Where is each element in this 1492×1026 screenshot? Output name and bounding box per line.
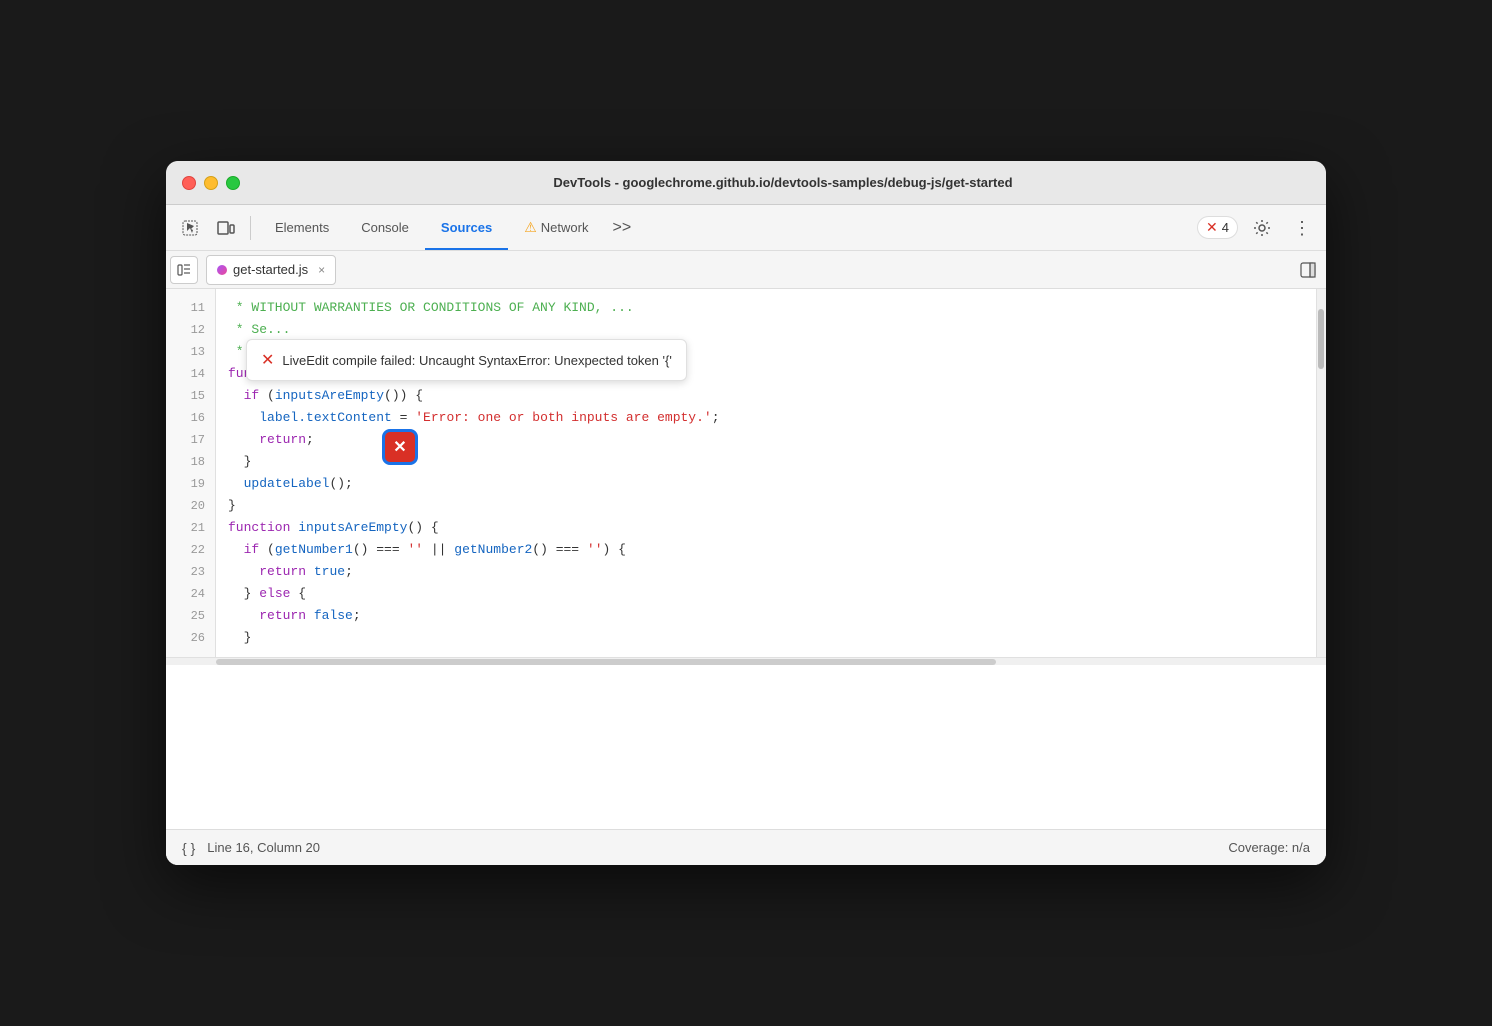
device-toolbar-icon[interactable] — [210, 212, 242, 244]
more-options-button[interactable]: ⋮ — [1286, 212, 1318, 244]
code-line-19: updateLabel(); — [228, 473, 1316, 495]
tab-list: Elements Console Sources ⚠ Network >> — [259, 205, 1193, 250]
tab-sources[interactable]: Sources — [425, 205, 508, 250]
line-num-22: 22 — [166, 539, 215, 561]
code-area: ✕ LiveEdit compile failed: Uncaught Synt… — [166, 289, 1326, 829]
horizontal-scrollbar[interactable] — [166, 657, 1326, 665]
devtools-window: DevTools - googlechrome.github.io/devtoo… — [166, 161, 1326, 865]
line-num-21: 21 — [166, 517, 215, 539]
devtools-body: Elements Console Sources ⚠ Network >> — [166, 205, 1326, 865]
file-tab-icon — [217, 265, 227, 275]
tab-network[interactable]: ⚠ Network — [508, 205, 604, 250]
coverage-label: Coverage: n/a — [1228, 840, 1310, 855]
code-line-16: label.textContent = 'Error: one or both … — [228, 407, 1316, 429]
error-circle-icon: ✕ — [1206, 219, 1218, 236]
toolbar-divider — [250, 216, 251, 240]
close-button[interactable] — [182, 176, 196, 190]
code-line-26: } — [228, 627, 1316, 649]
code-line-15: if (inputsAreEmpty()) { — [228, 385, 1316, 407]
expand-sidebar-button[interactable] — [170, 256, 198, 284]
more-tabs-button[interactable]: >> — [604, 219, 639, 237]
maximize-button[interactable] — [226, 176, 240, 190]
tab-console[interactable]: Console — [345, 205, 425, 250]
titlebar: DevTools - googlechrome.github.io/devtoo… — [166, 161, 1326, 205]
code-line-20: } — [228, 495, 1316, 517]
line-num-23: 23 — [166, 561, 215, 583]
file-tab-close-button[interactable]: × — [318, 263, 325, 277]
traffic-lights — [182, 176, 240, 190]
line-error-badge[interactable]: ✕ — [382, 429, 418, 465]
cursor-position: Line 16, Column 20 — [207, 840, 320, 855]
window-title: DevTools - googlechrome.github.io/devtoo… — [256, 175, 1310, 190]
code-line-25: return false; — [228, 605, 1316, 627]
file-tabs-bar: get-started.js × — [166, 251, 1326, 289]
line-num-14: 14 — [166, 363, 215, 385]
line-num-18: 18 — [166, 451, 215, 473]
line-num-16: 16 — [166, 407, 215, 429]
line-num-15: 15 — [166, 385, 215, 407]
tab-elements[interactable]: Elements — [259, 205, 345, 250]
line-num-12: 12 — [166, 319, 215, 341]
vertical-scrollbar[interactable] — [1316, 289, 1326, 657]
line-num-13: 13 — [166, 341, 215, 363]
collapse-sidebar-button[interactable] — [1294, 256, 1322, 284]
line-num-25: 25 — [166, 605, 215, 627]
statusbar: { } Line 16, Column 20 Coverage: n/a — [166, 829, 1326, 865]
warning-icon: ⚠ — [524, 219, 537, 236]
code-line-22: if (getNumber1() === '' || getNumber2() … — [228, 539, 1316, 561]
scrollbar-thumb[interactable] — [1318, 309, 1324, 369]
inspect-element-icon[interactable] — [174, 212, 206, 244]
error-badge[interactable]: ✕ 4 — [1197, 216, 1238, 239]
settings-button[interactable] — [1246, 212, 1278, 244]
line-num-26: 26 — [166, 627, 215, 649]
error-tooltip: ✕ LiveEdit compile failed: Uncaught Synt… — [246, 339, 687, 381]
file-tab-get-started[interactable]: get-started.js × — [206, 255, 336, 285]
error-tooltip-icon: ✕ — [261, 350, 274, 370]
toolbar-right: ✕ 4 ⋮ — [1197, 212, 1318, 244]
h-scrollbar-thumb[interactable] — [216, 659, 996, 665]
code-line-23: return true; — [228, 561, 1316, 583]
curly-braces-icon[interactable]: { } — [182, 840, 195, 856]
code-line-21: function inputsAreEmpty() { — [228, 517, 1316, 539]
line-num-17: 17 — [166, 429, 215, 451]
code-line-24: } else { — [228, 583, 1316, 605]
minimize-button[interactable] — [204, 176, 218, 190]
line-num-20: 20 — [166, 495, 215, 517]
top-toolbar: Elements Console Sources ⚠ Network >> — [166, 205, 1326, 251]
statusbar-right: Coverage: n/a — [1228, 840, 1310, 855]
line-num-11: 11 — [166, 297, 215, 319]
code-line-11: * WITHOUT WARRANTIES OR CONDITIONS OF AN… — [228, 297, 1316, 319]
statusbar-left: { } Line 16, Column 20 — [182, 840, 320, 856]
line-num-24: 24 — [166, 583, 215, 605]
error-x-icon: ✕ — [393, 437, 406, 457]
line-num-19: 19 — [166, 473, 215, 495]
code-line-12: * Se... — [228, 319, 1316, 341]
line-numbers: 11 12 13 14 15 16 17 18 19 20 21 22 23 2… — [166, 289, 216, 657]
